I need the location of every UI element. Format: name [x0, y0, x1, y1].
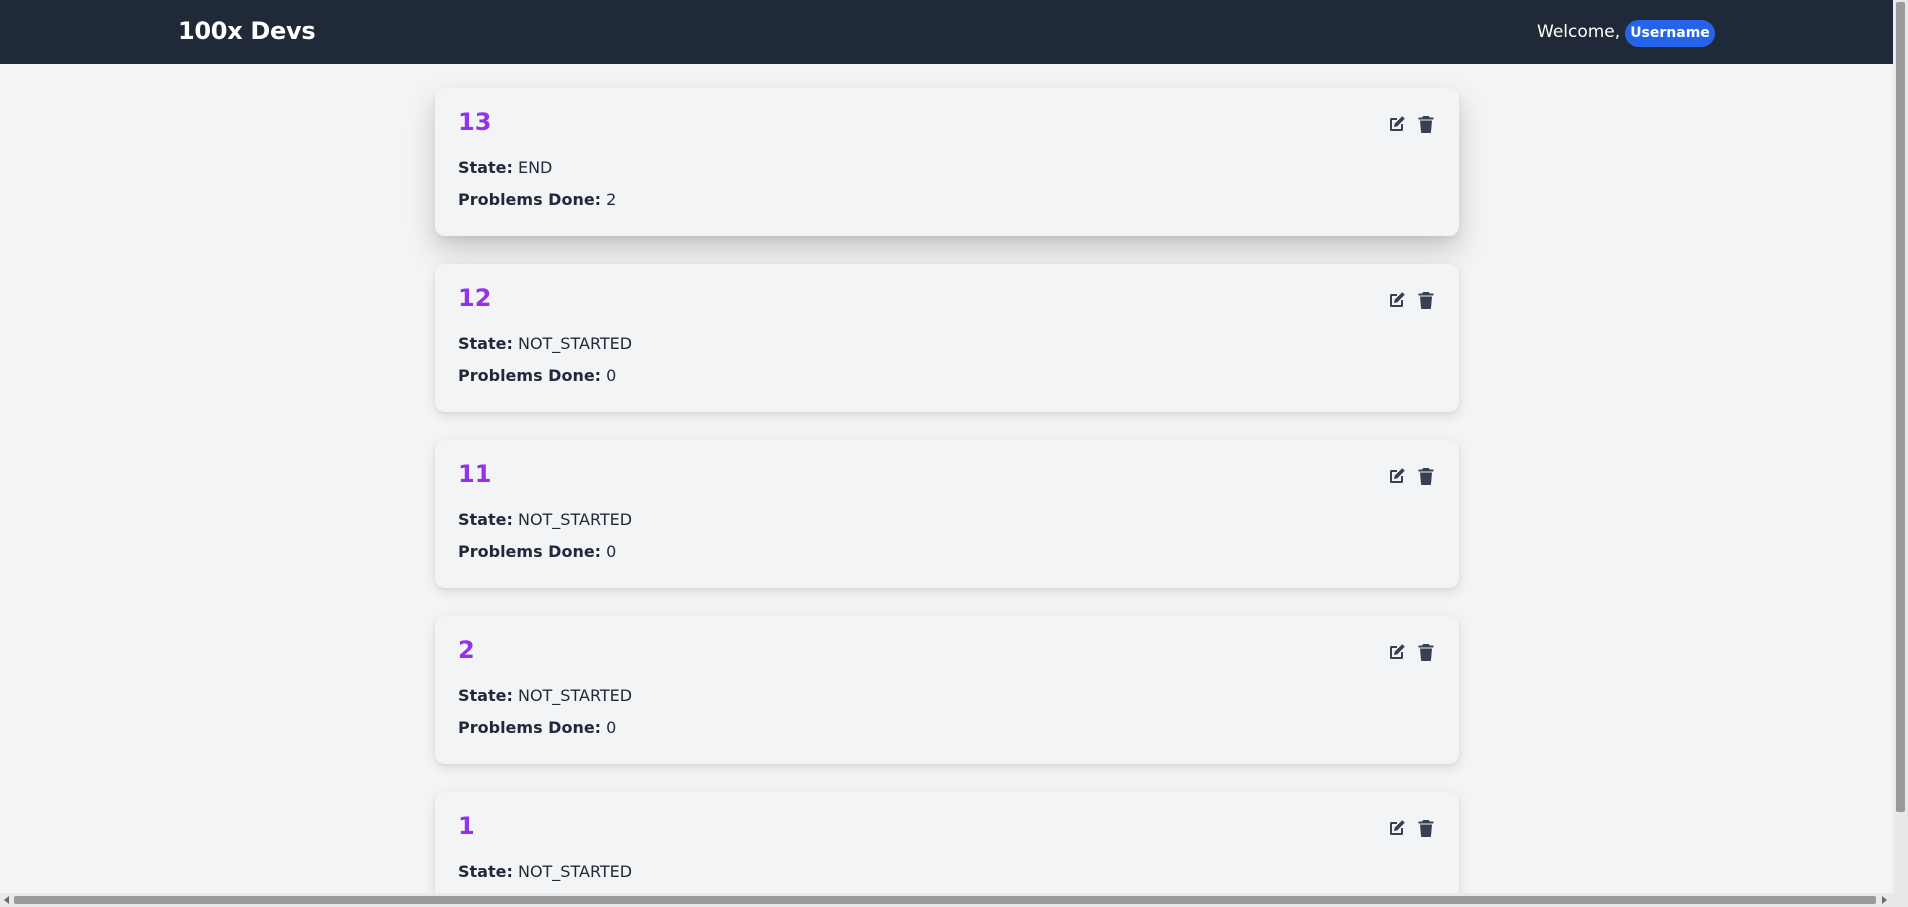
edit-icon[interactable] [1387, 290, 1407, 310]
problems-done-label: Problems Done: [458, 718, 602, 737]
contest-id: 13 [458, 108, 492, 136]
contest-card[interactable]: 12 State: NOT_STARTED Problems Done: 0 [435, 264, 1459, 412]
username-badge[interactable]: Username [1625, 20, 1715, 47]
state-value: NOT_STARTED [517, 686, 633, 705]
contest-list: 13 State: END Problems Done: 2 12 State:… [0, 64, 1893, 893]
contest-state: State: END [458, 158, 552, 177]
state-value: NOT_STARTED [517, 334, 633, 353]
vertical-scrollbar[interactable] [1893, 0, 1908, 893]
contest-id: 11 [458, 460, 492, 488]
problems-done-label: Problems Done: [458, 366, 602, 385]
trash-icon[interactable] [1416, 466, 1436, 486]
problems-done-label: Problems Done: [458, 542, 602, 561]
scroll-right-arrow-icon[interactable] [1882, 896, 1887, 904]
state-label: State: [458, 334, 513, 353]
contest-state: State: NOT_STARTED [458, 862, 632, 881]
contest-id: 2 [458, 636, 475, 664]
card-actions [1387, 818, 1436, 838]
problems-done-value: 0 [606, 542, 617, 561]
welcome-text: Welcome, [1537, 22, 1621, 42]
state-value: NOT_STARTED [517, 510, 633, 529]
card-actions [1387, 290, 1436, 310]
contest-card[interactable]: 13 State: END Problems Done: 2 [435, 88, 1459, 236]
edit-icon[interactable] [1387, 114, 1407, 134]
state-value: NOT_STARTED [517, 862, 633, 881]
trash-icon[interactable] [1416, 290, 1436, 310]
edit-icon[interactable] [1387, 818, 1407, 838]
state-label: State: [458, 686, 513, 705]
edit-icon[interactable] [1387, 642, 1407, 662]
contest-card[interactable]: 2 State: NOT_STARTED Problems Done: 0 [435, 616, 1459, 764]
contest-state: State: NOT_STARTED [458, 334, 632, 353]
state-label: State: [458, 158, 513, 177]
horizontal-scrollbar[interactable] [0, 893, 1908, 907]
problems-done-value: 0 [606, 366, 617, 385]
horizontal-scroll-thumb[interactable] [14, 896, 1876, 904]
card-actions [1387, 114, 1436, 134]
contest-state: State: NOT_STARTED [458, 510, 632, 529]
problems-done-value: 2 [606, 190, 617, 209]
trash-icon[interactable] [1416, 818, 1436, 838]
contest-card[interactable]: 11 State: NOT_STARTED Problems Done: 0 [435, 440, 1459, 588]
contest-id: 12 [458, 284, 492, 312]
contest-state: State: NOT_STARTED [458, 686, 632, 705]
edit-icon[interactable] [1387, 466, 1407, 486]
problems-done-label: Problems Done: [458, 190, 602, 209]
trash-icon[interactable] [1416, 642, 1436, 662]
contest-card[interactable]: 1 State: NOT_STARTED [435, 792, 1459, 893]
contest-id: 1 [458, 812, 475, 840]
trash-icon[interactable] [1416, 114, 1436, 134]
contest-problems-done: Problems Done: 2 [458, 190, 616, 209]
top-navbar: 100x Devs Welcome, Username [0, 0, 1893, 64]
contest-problems-done: Problems Done: 0 [458, 542, 616, 561]
state-value: END [517, 158, 553, 177]
card-actions [1387, 642, 1436, 662]
state-label: State: [458, 862, 513, 881]
state-label: State: [458, 510, 513, 529]
contest-problems-done: Problems Done: 0 [458, 366, 616, 385]
card-actions [1387, 466, 1436, 486]
vertical-scroll-thumb[interactable] [1896, 2, 1905, 812]
problems-done-value: 0 [606, 718, 617, 737]
scroll-left-arrow-icon[interactable] [4, 896, 9, 904]
brand-logo-text[interactable]: 100x Devs [178, 17, 316, 45]
contest-problems-done: Problems Done: 0 [458, 718, 616, 737]
